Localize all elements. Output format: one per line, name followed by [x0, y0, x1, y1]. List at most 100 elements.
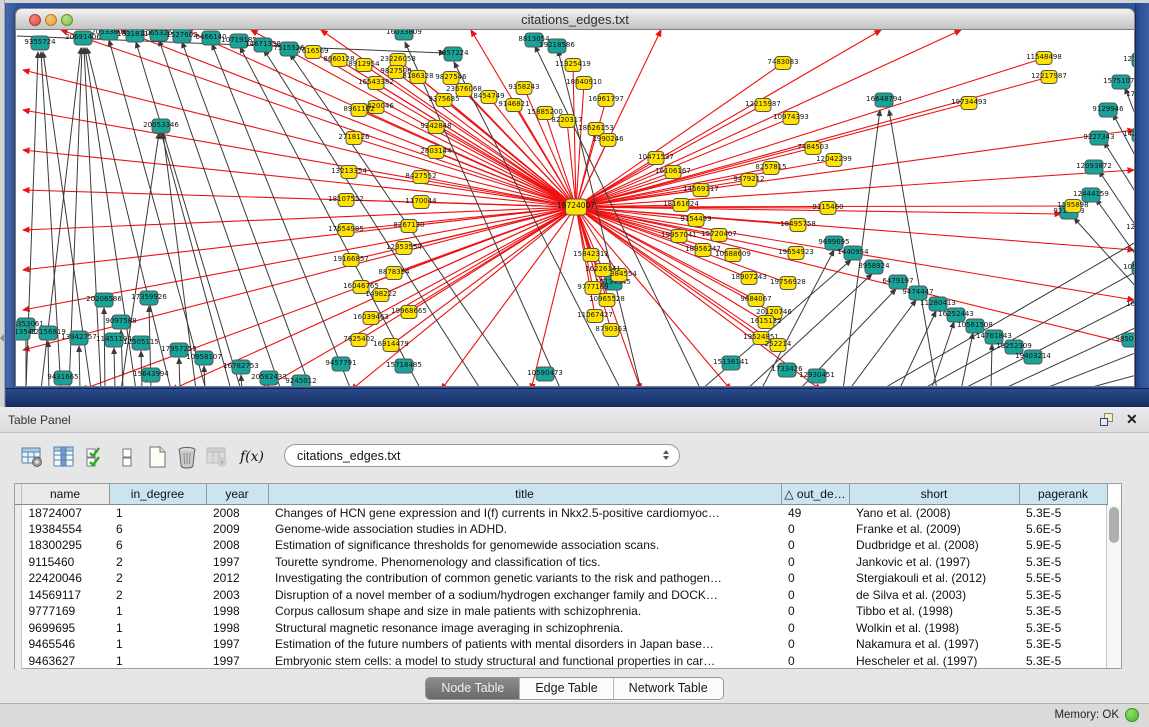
cell-title[interactable]: Genome-wide association studies in ADHD.: [268, 521, 781, 538]
float-panel-icon[interactable]: [1100, 413, 1114, 427]
cell-in_degree[interactable]: 1: [109, 653, 206, 670]
cell-in_degree[interactable]: 2: [109, 570, 206, 587]
cell-name[interactable]: 9777169: [21, 603, 109, 620]
cell-year[interactable]: 1997: [206, 636, 268, 653]
cell-short[interactable]: Yano et al. (2008): [849, 504, 1019, 521]
cell-in_degree[interactable]: 1: [109, 504, 206, 521]
cell-short[interactable]: Nakamura et al. (1997): [849, 636, 1019, 653]
cell-out_degree[interactable]: 0: [781, 537, 849, 554]
cell-name[interactable]: 14569117: [21, 587, 109, 604]
cell-year[interactable]: 1998: [206, 620, 268, 637]
cell-title[interactable]: Structural magnetic resonance image aver…: [268, 620, 781, 637]
tab-node-table[interactable]: Node Table: [426, 678, 519, 699]
table-header-row[interactable]: namein_degreeyeartitle△ out_de…shortpage…: [15, 484, 1107, 504]
cell-short[interactable]: Franke et al. (2009): [849, 521, 1019, 538]
cell-out_degree[interactable]: 0: [781, 521, 849, 538]
cell-pagerank[interactable]: 5.9E-5: [1019, 537, 1107, 554]
function-builder-button[interactable]: f(x): [238, 443, 266, 471]
cell-in_degree[interactable]: 6: [109, 521, 206, 538]
table-row[interactable]: 911546021997Tourette syndrome. Phenomeno…: [15, 554, 1107, 571]
column-header-out_degree[interactable]: △ out_de…: [781, 484, 849, 504]
column-header-year[interactable]: year: [206, 484, 268, 504]
cell-pagerank[interactable]: 5.3E-5: [1019, 554, 1107, 571]
cell-out_degree[interactable]: 0: [781, 603, 849, 620]
table-row[interactable]: 946554611997Estimation of the future num…: [15, 636, 1107, 653]
cell-title[interactable]: Changes of HCN gene expression and I(f) …: [268, 504, 781, 521]
cell-year[interactable]: 2009: [206, 521, 268, 538]
delete-table-button[interactable]: [203, 443, 231, 471]
cell-name[interactable]: 9699695: [21, 620, 109, 637]
select-all-button[interactable]: [82, 443, 110, 471]
cell-out_degree[interactable]: 0: [781, 636, 849, 653]
cell-title[interactable]: Disruption of a novel member of a sodium…: [268, 587, 781, 604]
scrollbar-thumb[interactable]: [1109, 507, 1119, 543]
cell-title[interactable]: Estimation of the future numbers of pati…: [268, 636, 781, 653]
cell-short[interactable]: de Silva et al. (2003): [849, 587, 1019, 604]
cell-short[interactable]: Wolkin et al. (1998): [849, 620, 1019, 637]
cell-in_degree[interactable]: 1: [109, 620, 206, 637]
cell-in_degree[interactable]: 2: [109, 587, 206, 604]
cell-short[interactable]: Stergiakouli et al. (2012): [849, 570, 1019, 587]
column-header-pagerank[interactable]: pagerank: [1019, 484, 1107, 504]
cell-short[interactable]: Tibbo et al. (1998): [849, 603, 1019, 620]
cell-name[interactable]: 22420046: [21, 570, 109, 587]
cell-short[interactable]: Dudbridge et al. (2008): [849, 537, 1019, 554]
citation-network-graph[interactable]: 9355724206914062053380916318110106532671…: [16, 30, 1134, 387]
network-canvas[interactable]: 9355724206914062053380916318110106532671…: [15, 30, 1135, 387]
cell-name[interactable]: 9115460: [21, 554, 109, 571]
cell-title[interactable]: Embryonic stem cells: a model to study s…: [268, 653, 781, 670]
cell-out_degree[interactable]: 49: [781, 504, 849, 521]
unselect-all-button[interactable]: [113, 443, 141, 471]
cell-pagerank[interactable]: 5.3E-5: [1019, 603, 1107, 620]
tab-network-table[interactable]: Network Table: [613, 678, 723, 699]
column-header-short[interactable]: short: [849, 484, 1019, 504]
table-mode-button[interactable]: [18, 443, 46, 471]
cell-out_degree[interactable]: 0: [781, 587, 849, 604]
cell-name[interactable]: 18724007: [21, 504, 109, 521]
cell-short[interactable]: Jankovic et al. (1997): [849, 554, 1019, 571]
table-row[interactable]: 2242004622012Investigating the contribut…: [15, 570, 1107, 587]
table-row[interactable]: 946362711997Embryonic stem cells: a mode…: [15, 653, 1107, 670]
cell-pagerank[interactable]: 5.3E-5: [1019, 620, 1107, 637]
cell-year[interactable]: 2003: [206, 587, 268, 604]
cell-pagerank[interactable]: 5.3E-5: [1019, 636, 1107, 653]
cell-name[interactable]: 18300295: [21, 537, 109, 554]
cell-title[interactable]: Tourette syndrome. Phenomenology and cla…: [268, 554, 781, 571]
cell-year[interactable]: 1997: [206, 554, 268, 571]
table-row[interactable]: 977716911998Corpus callosum shape and si…: [15, 603, 1107, 620]
column-header-title[interactable]: title: [268, 484, 781, 504]
cell-year[interactable]: 2012: [206, 570, 268, 587]
cell-in_degree[interactable]: 2: [109, 554, 206, 571]
table-row[interactable]: 1456911722003Disruption of a novel membe…: [15, 587, 1107, 604]
table-row[interactable]: 1830029562008Estimation of significance …: [15, 537, 1107, 554]
collapse-panel-icon[interactable]: [0, 334, 4, 342]
cell-name[interactable]: 9463627: [21, 653, 109, 670]
column-header-name[interactable]: name: [21, 484, 109, 504]
cell-title[interactable]: Corpus callosum shape and size in male p…: [268, 603, 781, 620]
cell-in_degree[interactable]: 6: [109, 537, 206, 554]
table-selector-dropdown[interactable]: citations_edges.txt: [284, 444, 680, 467]
delete-column-button[interactable]: [173, 443, 201, 471]
cell-year[interactable]: 1997: [206, 653, 268, 670]
network-window-titlebar[interactable]: citations_edges.txt: [15, 8, 1135, 30]
cell-out_degree[interactable]: 0: [781, 653, 849, 670]
cell-pagerank[interactable]: 5.3E-5: [1019, 587, 1107, 604]
cell-year[interactable]: 2008: [206, 537, 268, 554]
cell-year[interactable]: 1998: [206, 603, 268, 620]
table-row[interactable]: 1938455462009Genome-wide association stu…: [15, 521, 1107, 538]
cell-pagerank[interactable]: 5.3E-5: [1019, 653, 1107, 670]
new-column-button[interactable]: [143, 443, 171, 471]
cell-pagerank[interactable]: 5.6E-5: [1019, 521, 1107, 538]
cell-out_degree[interactable]: 0: [781, 620, 849, 637]
cell-short[interactable]: Hescheler et al. (1997): [849, 653, 1019, 670]
table-row[interactable]: 1872400712008Changes of HCN gene express…: [15, 504, 1107, 521]
table-row[interactable]: 969969511998Structural magnetic resonanc…: [15, 620, 1107, 637]
cell-title[interactable]: Estimation of significance thresholds fo…: [268, 537, 781, 554]
cell-out_degree[interactable]: 0: [781, 554, 849, 571]
tab-edge-table[interactable]: Edge Table: [519, 678, 612, 699]
cell-title[interactable]: Investigating the contribution of common…: [268, 570, 781, 587]
show-columns-button[interactable]: [50, 443, 78, 471]
cell-pagerank[interactable]: 5.5E-5: [1019, 570, 1107, 587]
cell-in_degree[interactable]: 1: [109, 636, 206, 653]
cell-name[interactable]: 9465546: [21, 636, 109, 653]
